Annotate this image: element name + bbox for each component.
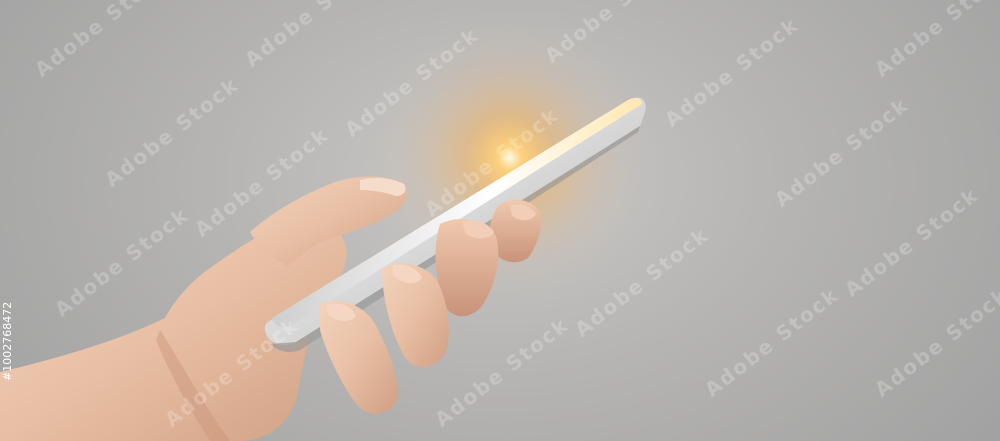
hand-phone-illustration bbox=[0, 8, 660, 441]
photo: Adobe Stock Adobe Stock Adobe Stock Adob… bbox=[0, 0, 1000, 441]
finger-little bbox=[320, 300, 398, 414]
stock-id-label: #1002768472 bbox=[1, 301, 14, 381]
